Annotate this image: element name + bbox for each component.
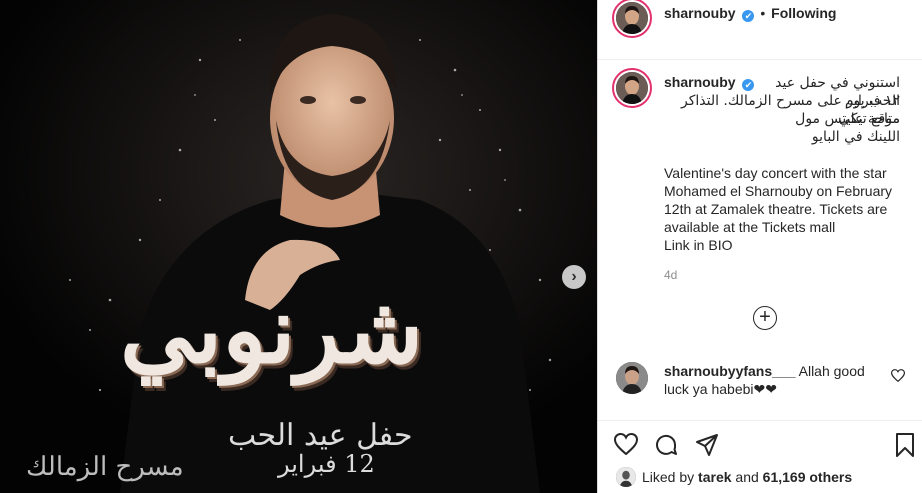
- caption-arabic-line3: موقع تيكيتس مول: [795, 111, 900, 127]
- avatar-photo: [616, 467, 636, 487]
- caption-author-avatar[interactable]: [616, 72, 648, 104]
- comment-bubble-icon[interactable]: [654, 433, 678, 462]
- save-bookmark-icon[interactable]: [895, 433, 915, 462]
- post-header: sharnouby ✔ • Following: [598, 0, 922, 60]
- likes-count-link[interactable]: 61,169 others: [763, 469, 853, 485]
- comment-item: sharnoubyyfans___ Allah good luck ya hab…: [664, 362, 889, 398]
- author-avatar[interactable]: [616, 2, 648, 34]
- verified-badge-icon: ✔: [742, 10, 755, 22]
- liker-avatar[interactable]: [616, 467, 636, 487]
- like-heart-icon[interactable]: [613, 432, 639, 460]
- avatar-photo: [616, 72, 648, 104]
- post-image[interactable]: شرنوبي حفل عيد الحب 12 فبراير مسرح الزما…: [0, 0, 597, 493]
- share-paper-plane-icon[interactable]: [695, 433, 719, 462]
- caption-english: Valentine's day concert with the star Mo…: [664, 165, 893, 235]
- poster-event-name: حفل عيد الحب: [228, 418, 413, 453]
- post-side-panel: sharnouby ✔ • Following sharnouby ✔ استن…: [597, 0, 922, 493]
- likes-summary: Liked by tarek and 61,169 others: [642, 469, 852, 485]
- follow-status-button[interactable]: Following: [771, 5, 836, 21]
- chevron-right-icon: ›: [571, 268, 577, 285]
- like-comment-heart-icon[interactable]: [890, 369, 906, 385]
- poster-title: شرنوبي: [120, 276, 424, 384]
- post-time-ago[interactable]: 4d: [664, 268, 677, 282]
- instagram-post-viewer: شرنوبي حفل عيد الحب 12 فبراير مسرح الزما…: [0, 0, 922, 493]
- author-username[interactable]: sharnouby: [664, 5, 736, 21]
- caption-arabic-line4: اللينك في البايو: [811, 129, 900, 145]
- header-meta: sharnouby ✔ • Following: [664, 5, 836, 22]
- likes-user-link[interactable]: tarek: [698, 469, 731, 485]
- avatar-photo: [616, 362, 648, 394]
- likes-conjunction: and: [735, 469, 759, 485]
- next-image-button[interactable]: ›: [562, 265, 586, 289]
- separator-dot: •: [760, 5, 766, 21]
- comment-username[interactable]: sharnoubyyfans___: [664, 363, 796, 379]
- avatar-photo: [616, 2, 648, 34]
- load-more-comments-button[interactable]: +: [753, 306, 777, 330]
- poster-event-date: 12 فبراير: [278, 450, 375, 478]
- caption-link-in-bio: Link in BIO: [664, 237, 733, 253]
- poster-venue: مسرح الزمالك: [26, 452, 184, 482]
- plus-circle-icon: +: [759, 306, 771, 328]
- likes-prefix: Liked by: [642, 469, 695, 485]
- commenter-avatar[interactable]: [616, 362, 648, 394]
